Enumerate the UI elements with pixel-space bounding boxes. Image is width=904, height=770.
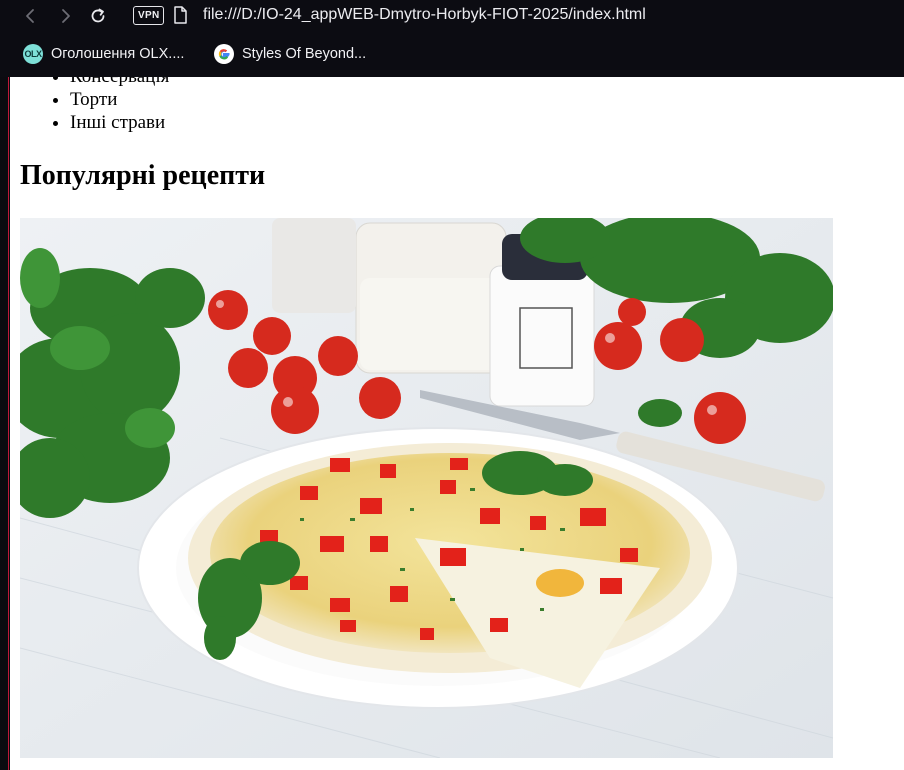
back-arrow-icon[interactable]	[19, 4, 43, 28]
page-viewport[interactable]: Консервація Торти Інші страви Популярні …	[10, 77, 904, 770]
forward-arrow-icon[interactable]	[53, 4, 77, 28]
page-icon[interactable]	[173, 6, 187, 29]
window-left-border	[0, 77, 10, 770]
browser-toolbar: VPN file:///D:/IO-24_appWEB-Dmytro-Horby…	[0, 0, 904, 34]
category-item: Консервація	[70, 77, 169, 88]
bookmark-olx[interactable]: OLX Оголошення OLX....	[23, 44, 184, 64]
reload-icon[interactable]	[86, 4, 110, 28]
vpn-badge[interactable]: VPN	[133, 6, 165, 25]
category-item: Торти	[70, 88, 169, 111]
bookmark-styles-of-beyond[interactable]: Styles Of Beyond...	[214, 44, 366, 64]
omelette-dish-photo	[20, 218, 833, 758]
bookmarks-bar: OLX Оголошення OLX.... Styles Of Beyond.…	[0, 34, 904, 77]
bookmark-label: Оголошення OLX....	[51, 46, 185, 62]
category-list: Консервація Торти Інші страви	[10, 77, 169, 134]
address-bar[interactable]: file:///D:/IO-24_appWEB-Dmytro-Horbyk-FI…	[203, 5, 646, 25]
category-item: Інші страви	[70, 111, 169, 134]
google-icon	[214, 44, 234, 64]
bookmark-label: Styles Of Beyond...	[242, 46, 367, 62]
olx-icon: OLX	[23, 44, 43, 64]
section-title: Популярні рецепти	[20, 160, 266, 191]
